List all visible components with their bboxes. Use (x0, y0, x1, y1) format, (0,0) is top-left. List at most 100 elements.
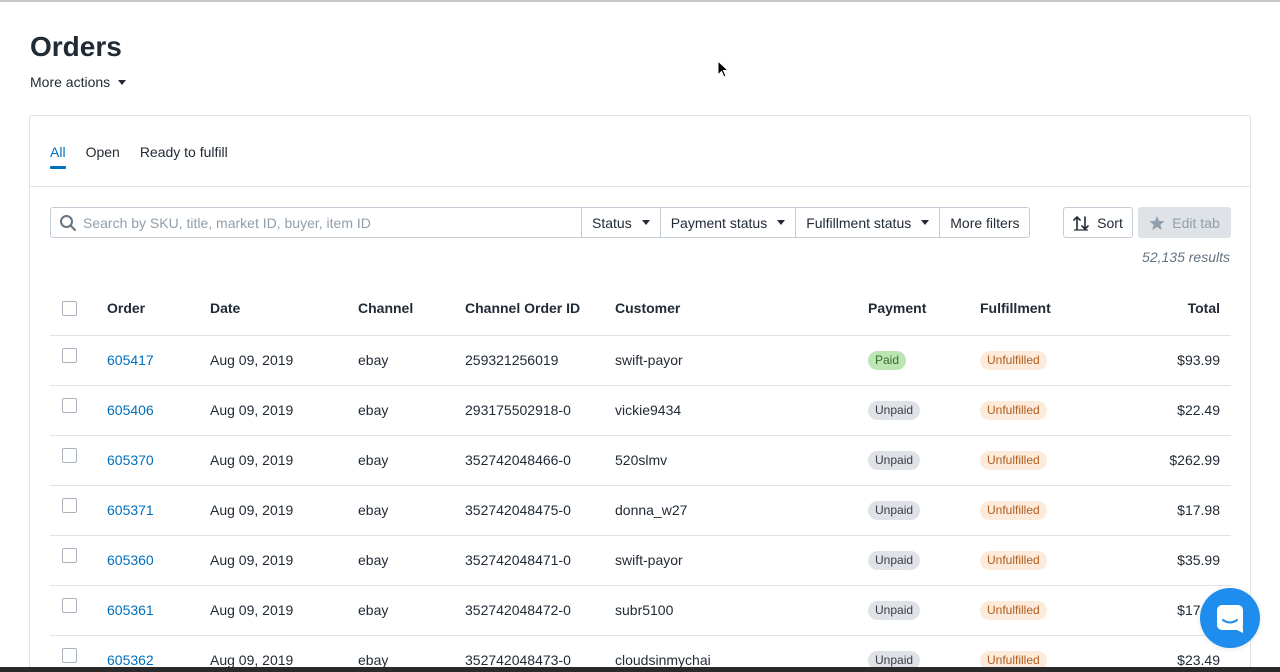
tab-bar: All Open Ready to fulfill (50, 144, 228, 169)
orders-table: Order Date Channel Channel Order ID Cust… (50, 281, 1231, 672)
table-row[interactable]: 605370 Aug 09, 2019 ebay 352742048466-0 … (50, 435, 1231, 486)
order-total: $93.99 (1100, 335, 1231, 386)
fulfillment-status-badge: Unfulfilled (980, 350, 1047, 370)
payment-status-badge: Unpaid (868, 550, 921, 570)
edit-tab-button[interactable]: Edit tab (1138, 207, 1231, 238)
customer-name: subr5100 (615, 585, 868, 636)
table-row[interactable]: 605417 Aug 09, 2019 ebay 259321256019 sw… (50, 335, 1231, 386)
order-link[interactable]: 605362 (107, 652, 154, 668)
payment-status-badge: Unpaid (868, 400, 921, 420)
edit-tab-label: Edit tab (1172, 214, 1220, 231)
row-checkbox[interactable] (62, 398, 77, 414)
row-checkbox[interactable] (62, 498, 77, 514)
row-checkbox[interactable] (62, 598, 77, 614)
row-checkbox[interactable] (62, 548, 77, 564)
channel-order-id: 259321256019 (465, 335, 615, 386)
column-header-fulfillment[interactable]: Fulfillment (980, 281, 1100, 336)
status-filter-button[interactable]: Status (582, 207, 661, 238)
status-filter-label: Status (592, 214, 632, 231)
table-row[interactable]: 605406 Aug 09, 2019 ebay 293175502918-0 … (50, 385, 1231, 436)
order-channel: ebay (358, 385, 465, 436)
more-filters-label: More filters (950, 214, 1020, 231)
row-checkbox[interactable] (62, 348, 77, 364)
channel-order-id: 352742048472-0 (465, 585, 615, 636)
tab-open[interactable]: Open (86, 144, 120, 166)
top-border (0, 0, 1280, 2)
column-header-channel[interactable]: Channel (358, 281, 465, 336)
star-icon (1149, 215, 1165, 230)
channel-order-id: 352742048475-0 (465, 485, 615, 536)
column-header-channel-order-id[interactable]: Channel Order ID (465, 281, 615, 336)
search-icon (60, 214, 76, 231)
order-date: Aug 09, 2019 (210, 485, 358, 536)
tab-ready-to-fulfill[interactable]: Ready to fulfill (140, 144, 228, 166)
column-header-payment[interactable]: Payment (868, 281, 980, 336)
caret-down-icon (777, 220, 786, 225)
tab-all[interactable]: All (50, 144, 66, 169)
customer-name: swift-payor (615, 335, 868, 386)
more-filters-button[interactable]: More filters (940, 207, 1031, 238)
order-link[interactable]: 605360 (107, 552, 154, 568)
order-channel: ebay (358, 485, 465, 536)
table-row[interactable]: 605361 Aug 09, 2019 ebay 352742048472-0 … (50, 585, 1231, 636)
order-channel: ebay (358, 435, 465, 486)
sort-button[interactable]: Sort (1063, 207, 1133, 238)
column-header-customer[interactable]: Customer (615, 281, 868, 336)
payment-status-badge: Paid (868, 350, 907, 370)
table-header-row: Order Date Channel Channel Order ID Cust… (50, 281, 1231, 336)
payment-status-filter-label: Payment status (670, 214, 768, 231)
payment-status-filter-button[interactable]: Payment status (660, 207, 797, 238)
order-date: Aug 09, 2019 (210, 335, 358, 386)
order-link[interactable]: 605406 (107, 402, 154, 418)
customer-name: vickie9434 (615, 385, 868, 436)
row-checkbox[interactable] (62, 648, 77, 664)
caret-down-icon (118, 79, 127, 85)
search-input[interactable] (83, 214, 563, 231)
sort-label: Sort (1097, 214, 1123, 231)
order-total: $17.98 (1100, 485, 1231, 536)
customer-name: donna_w27 (615, 485, 868, 536)
more-actions-label: More actions (30, 74, 111, 90)
column-header-total[interactable]: Total (1100, 281, 1231, 336)
sort-icon (1073, 215, 1089, 231)
chat-launcher-button[interactable] (1200, 588, 1260, 648)
column-header-date[interactable]: Date (210, 281, 358, 336)
order-link[interactable]: 605370 (107, 452, 154, 468)
order-date: Aug 09, 2019 (210, 435, 358, 486)
chat-icon (1217, 605, 1243, 633)
table-row[interactable]: 605360 Aug 09, 2019 ebay 352742048471-0 … (50, 535, 1231, 586)
filter-group: Status Payment status Fulfillment status… (582, 207, 1031, 238)
fulfillment-status-badge: Unfulfilled (980, 400, 1047, 420)
order-total: $35.99 (1100, 535, 1231, 586)
fulfillment-status-badge: Unfulfilled (980, 600, 1047, 620)
order-date: Aug 09, 2019 (210, 585, 358, 636)
fulfillment-status-filter-label: Fulfillment status (806, 214, 912, 231)
fulfillment-status-badge: Unfulfilled (980, 500, 1047, 520)
table-row[interactable]: 605371 Aug 09, 2019 ebay 352742048475-0 … (50, 485, 1231, 536)
channel-order-id: 293175502918-0 (465, 385, 615, 436)
payment-status-badge: Unpaid (868, 450, 921, 470)
caret-down-icon (921, 220, 930, 225)
order-link[interactable]: 605361 (107, 602, 154, 618)
order-channel: ebay (358, 585, 465, 636)
background-strip (0, 667, 1280, 672)
results-count: 52,135 results (1142, 249, 1230, 265)
fulfillment-status-filter-button[interactable]: Fulfillment status (796, 207, 941, 238)
column-header-order[interactable]: Order (107, 281, 210, 336)
customer-name: 520slmv (615, 435, 868, 486)
select-all-checkbox[interactable] (62, 300, 77, 316)
page-title: Orders (30, 31, 122, 62)
payment-status-badge: Unpaid (868, 600, 921, 620)
order-link[interactable]: 605371 (107, 502, 154, 518)
order-date: Aug 09, 2019 (210, 535, 358, 586)
mouse-cursor-icon (717, 60, 730, 78)
order-channel: ebay (358, 335, 465, 386)
row-checkbox[interactable] (62, 448, 77, 464)
more-actions-button[interactable]: More actions (30, 74, 127, 90)
channel-order-id: 352742048471-0 (465, 535, 615, 586)
order-total: $262.99 (1100, 435, 1231, 486)
order-date: Aug 09, 2019 (210, 385, 358, 436)
order-link[interactable]: 605417 (107, 352, 154, 368)
search-box (50, 207, 582, 238)
order-channel: ebay (358, 535, 465, 586)
